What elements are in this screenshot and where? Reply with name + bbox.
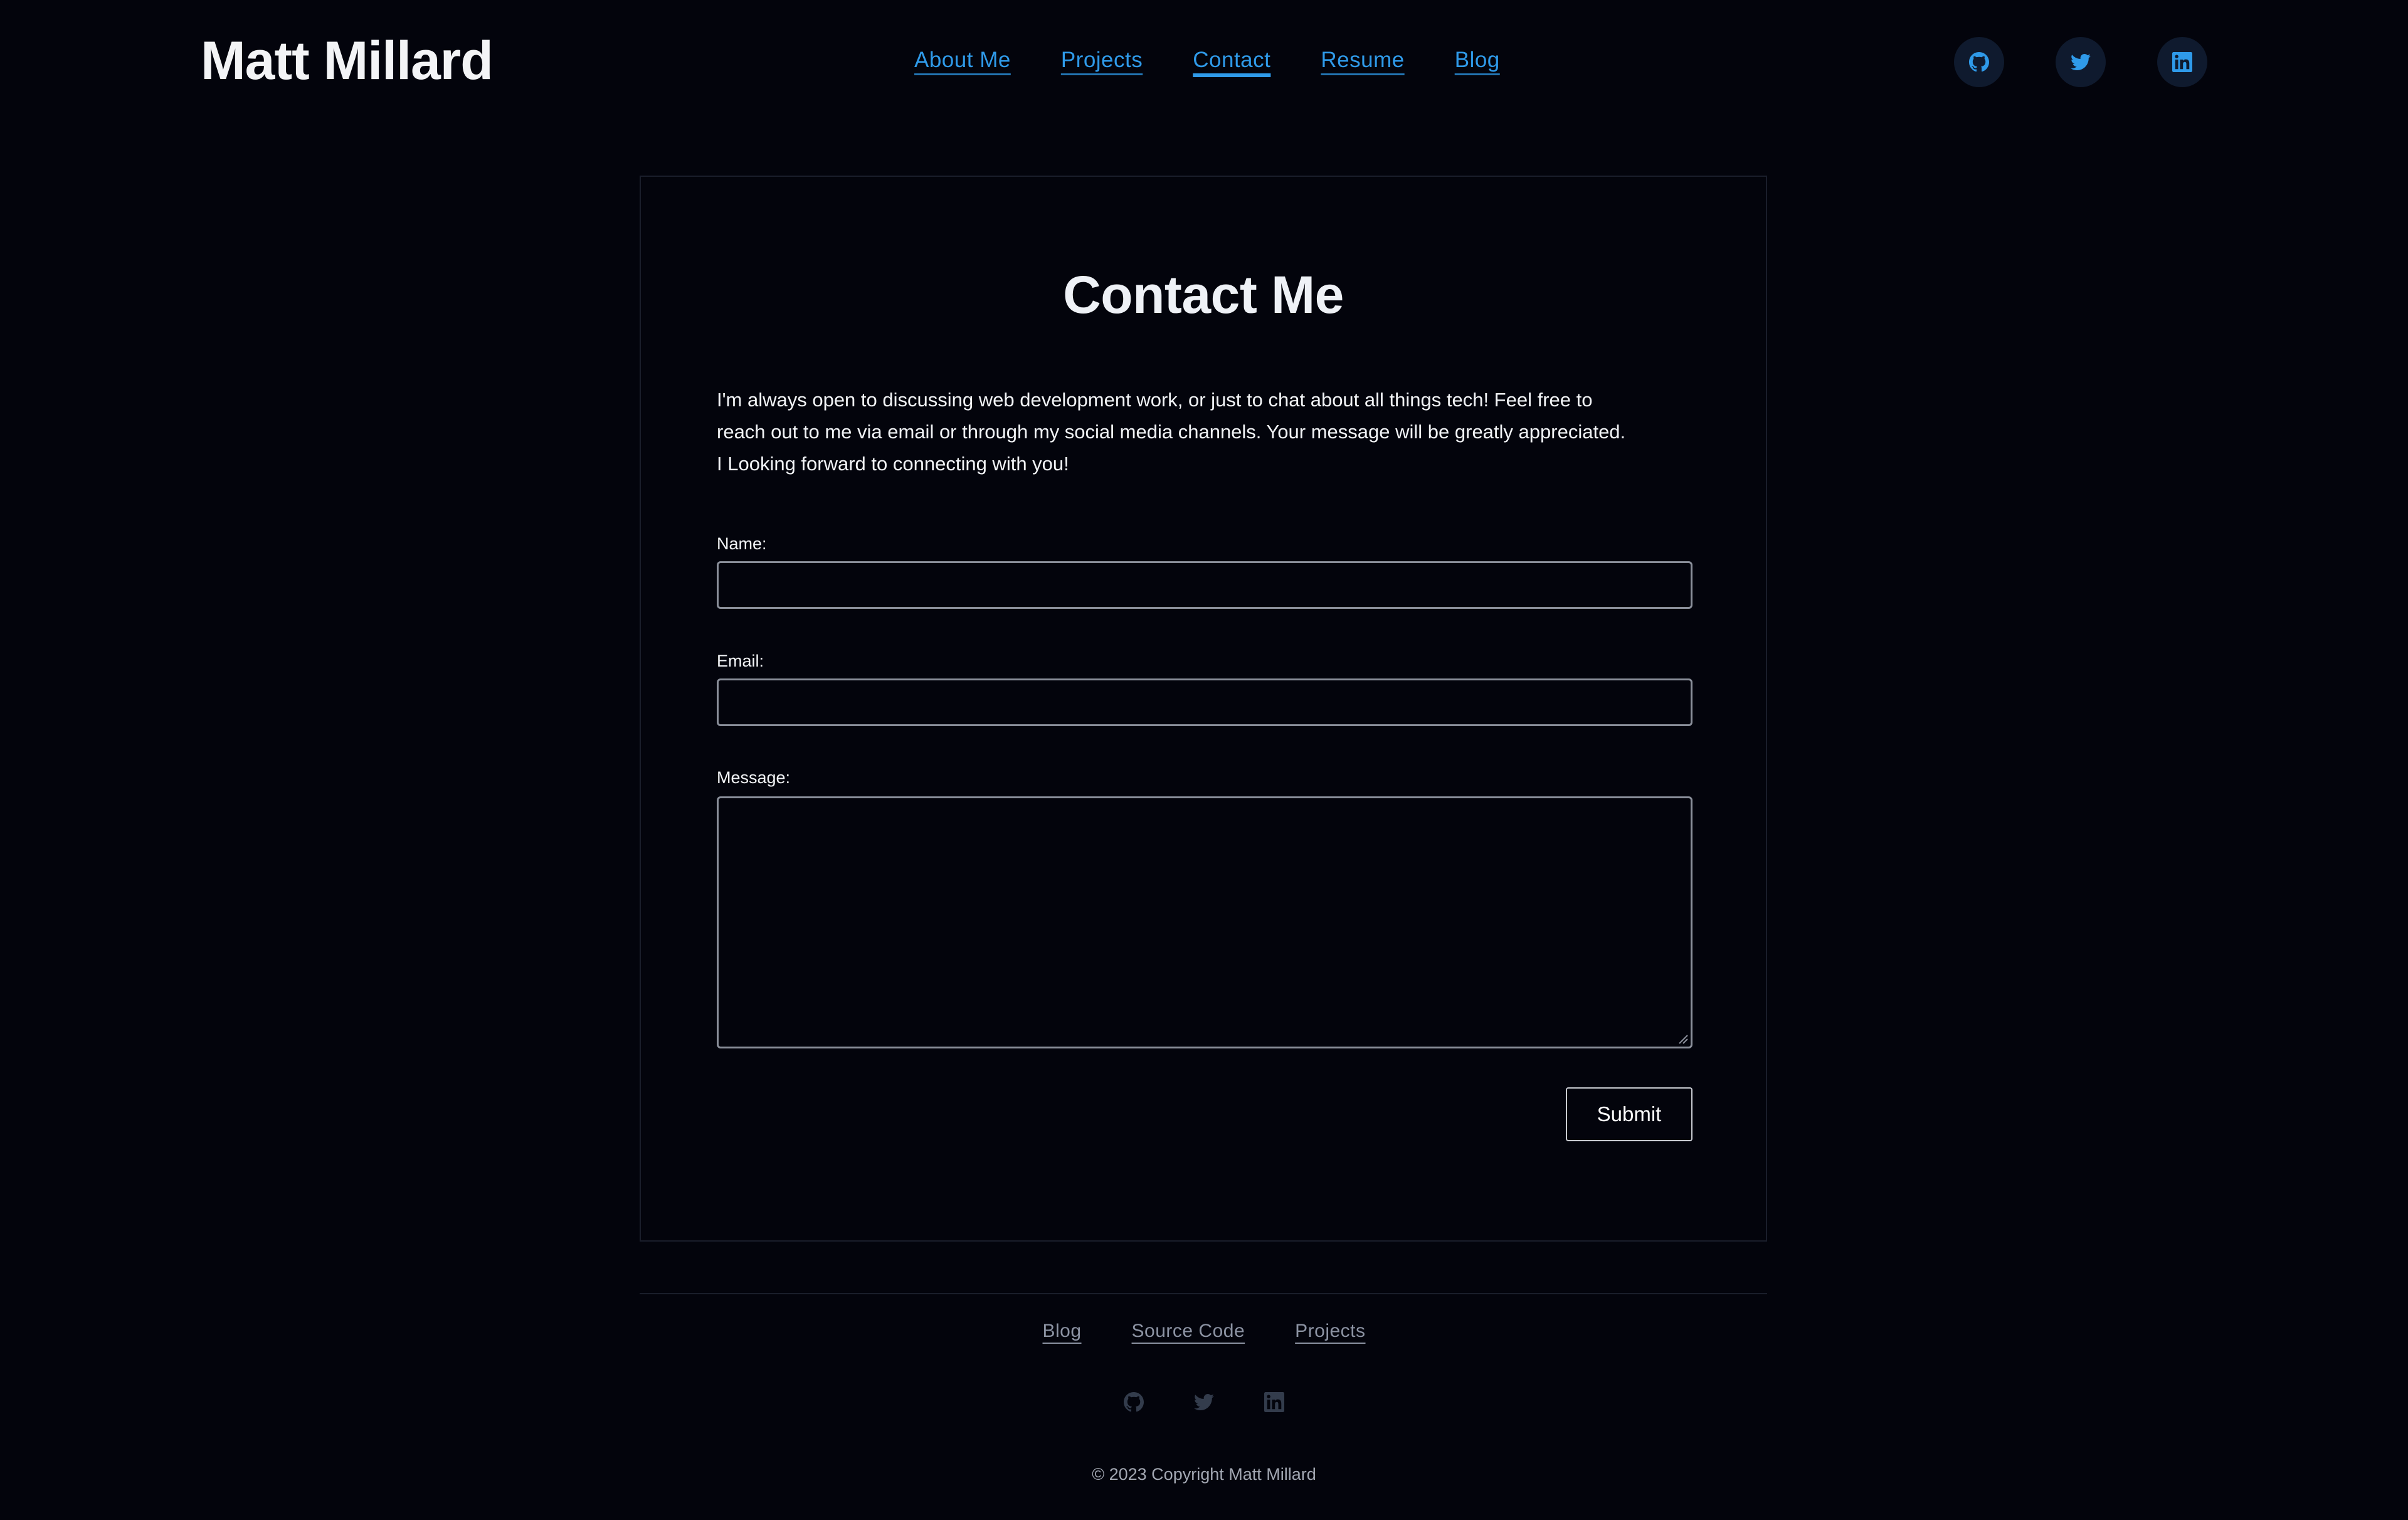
- twitter-icon: [2071, 53, 2091, 71]
- footer-nav: Blog Source Code Projects: [0, 1321, 2408, 1342]
- contact-card: Contact Me I'm always open to discussing…: [640, 176, 1767, 1242]
- name-field[interactable]: [717, 561, 1692, 609]
- footer-social-links: [0, 1392, 2408, 1412]
- name-label: Name:: [717, 534, 767, 553]
- footer-divider: [640, 1293, 1767, 1294]
- resize-handle-icon[interactable]: [1676, 1032, 1688, 1044]
- message-label: Message:: [717, 768, 791, 787]
- message-textarea[interactable]: [717, 796, 1692, 1048]
- copyright-text: © 2023 Copyright Matt Millard: [1092, 1465, 1316, 1484]
- page-title: Contact Me: [1063, 265, 1344, 324]
- linkedin-icon[interactable]: [1264, 1392, 1284, 1412]
- nav-link-blog[interactable]: Blog: [1455, 48, 1500, 73]
- site-brand[interactable]: Matt Millard: [201, 30, 494, 92]
- header-social-links: [1954, 37, 2207, 87]
- linkedin-link[interactable]: [2157, 37, 2207, 87]
- site-header: Matt Millard About Me Projects Contact R…: [0, 0, 2408, 125]
- footer-link-projects[interactable]: Projects: [1295, 1321, 1365, 1342]
- twitter-link[interactable]: [2056, 37, 2106, 87]
- main-nav: About Me Projects Contact Resume Blog: [914, 48, 1500, 73]
- submit-button[interactable]: Submit: [1566, 1087, 1692, 1141]
- linkedin-icon: [2172, 52, 2192, 72]
- nav-link-about-me[interactable]: About Me: [914, 48, 1011, 73]
- email-label: Email:: [717, 652, 764, 670]
- contact-intro-text: I'm always open to discussing web develo…: [717, 389, 1626, 475]
- github-icon: [1969, 52, 1989, 72]
- github-link[interactable]: [1954, 37, 2004, 87]
- footer-link-source-code[interactable]: Source Code: [1132, 1321, 1245, 1342]
- twitter-icon[interactable]: [1194, 1392, 1214, 1412]
- nav-link-contact[interactable]: Contact: [1193, 48, 1270, 73]
- email-field[interactable]: [717, 678, 1692, 726]
- nav-link-projects[interactable]: Projects: [1061, 48, 1143, 73]
- nav-link-resume[interactable]: Resume: [1321, 48, 1404, 73]
- github-icon[interactable]: [1124, 1392, 1144, 1412]
- footer-link-blog[interactable]: Blog: [1042, 1321, 1081, 1342]
